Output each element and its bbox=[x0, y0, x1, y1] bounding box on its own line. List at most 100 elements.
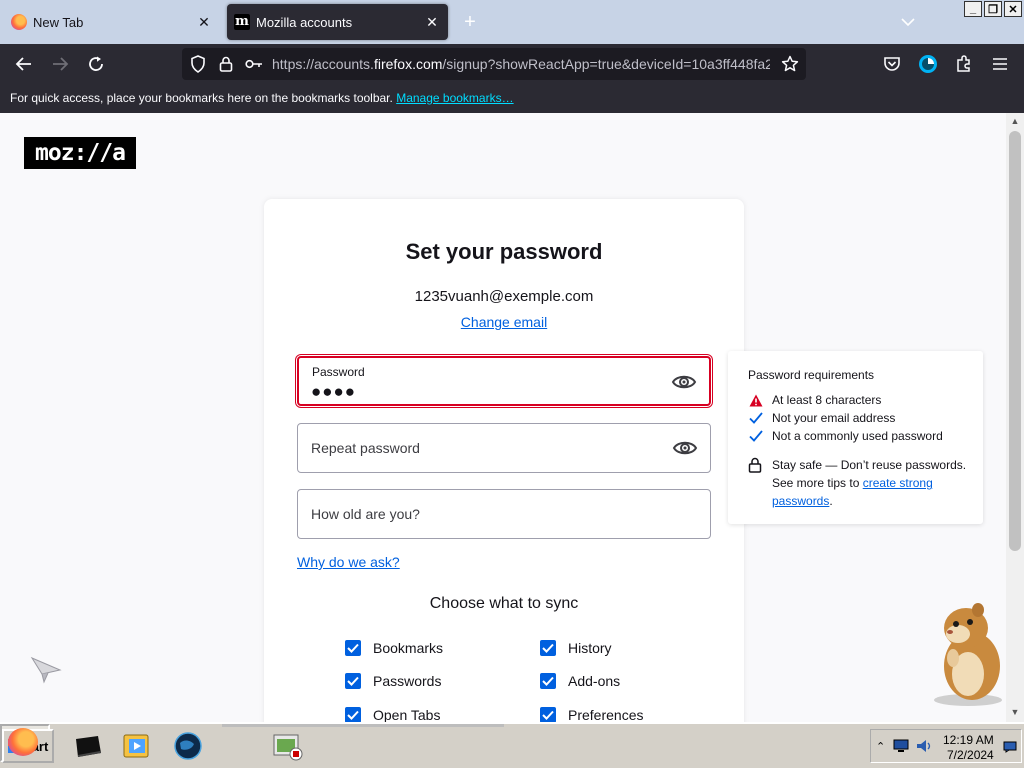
sync-option-label: Passwords bbox=[373, 673, 442, 689]
checkbox-checked[interactable] bbox=[540, 673, 556, 689]
password-requirements-tooltip: Password requirements At least 8 charact… bbox=[728, 351, 983, 524]
password-value: ●●●● bbox=[311, 382, 357, 401]
page-title: Set your password bbox=[405, 239, 603, 264]
requirement-text: At least 8 characters bbox=[772, 393, 882, 407]
tray-expand-icon[interactable]: ⌃ bbox=[876, 740, 885, 753]
url-bar[interactable]: https://accounts.firefox.com/signup?show… bbox=[182, 48, 806, 80]
tab-new-tab[interactable]: New Tab ✕ bbox=[4, 4, 220, 40]
sync-option-open-tabs[interactable]: Open Tabs bbox=[345, 707, 440, 722]
account-avatar-icon[interactable] bbox=[916, 52, 940, 76]
close-window-button[interactable]: ✕ bbox=[1004, 1, 1022, 17]
sync-option-addons[interactable]: Add-ons bbox=[540, 673, 620, 689]
checkbox-checked[interactable] bbox=[345, 640, 361, 656]
url-suffix: /signup?showReactApp=true&deviceId=10a3f… bbox=[442, 56, 770, 72]
bookmarks-message: For quick access, place your bookmarks h… bbox=[10, 91, 393, 105]
paper-plane-cursor-icon bbox=[30, 656, 62, 684]
tab-list-chevron-icon[interactable] bbox=[896, 12, 920, 32]
password-field[interactable]: Password ●●●● bbox=[297, 356, 711, 406]
manage-bookmarks-link[interactable]: Manage bookmarks… bbox=[396, 91, 513, 105]
scroll-thumb[interactable] bbox=[1009, 131, 1021, 551]
volume-icon[interactable] bbox=[915, 738, 933, 754]
requirement-length: At least 8 characters bbox=[748, 393, 881, 407]
lock-icon bbox=[748, 457, 762, 473]
notification-icon[interactable] bbox=[1003, 741, 1017, 753]
check-icon bbox=[748, 411, 764, 425]
show-password-eye-icon[interactable] bbox=[671, 371, 697, 393]
extensions-icon[interactable] bbox=[952, 52, 976, 76]
page-content: moz://a Set your password 1235vuanh@exem… bbox=[0, 113, 1006, 722]
minimize-button[interactable]: _ bbox=[964, 1, 982, 17]
tooltip-title: Password requirements bbox=[748, 368, 875, 382]
screen-recorder-icon[interactable] bbox=[272, 731, 304, 761]
close-tab-icon[interactable]: ✕ bbox=[194, 12, 214, 32]
system-tray: ⌃ 12:19 AM 7/2/2024 bbox=[870, 729, 1022, 763]
requirement-text: Not your email address bbox=[772, 411, 896, 425]
tab-label: Mozilla accounts bbox=[256, 14, 353, 30]
page-scrollbar[interactable]: ▲ ▼ bbox=[1006, 113, 1024, 722]
terminal-app-icon[interactable] bbox=[72, 731, 104, 761]
requirement-text: Not a commonly used password bbox=[772, 429, 943, 443]
tab-strip: New Tab ✕ m Mozilla accounts ✕ + _ ❐ ✕ bbox=[0, 0, 1024, 44]
signup-card: Set your password 1235vuanh@exemple.com … bbox=[264, 199, 744, 722]
url-host: firefox.com bbox=[373, 56, 443, 72]
checkbox-checked[interactable] bbox=[345, 707, 361, 722]
account-email: 1235vuanh@exemple.com bbox=[414, 288, 594, 305]
tracking-shield-icon[interactable] bbox=[186, 52, 210, 76]
clock-time: 12:19 AM bbox=[943, 733, 994, 747]
checkbox-checked[interactable] bbox=[540, 640, 556, 656]
bookmarks-toolbar: For quick access, place your bookmarks h… bbox=[0, 84, 1024, 113]
globe-app-icon[interactable] bbox=[172, 731, 204, 761]
sync-option-preferences[interactable]: Preferences bbox=[540, 707, 643, 722]
repeat-password-field[interactable]: Repeat password bbox=[297, 423, 711, 473]
requirement-not-common: Not a commonly used password bbox=[748, 429, 943, 443]
back-icon[interactable] bbox=[12, 52, 36, 76]
why-do-we-ask-link[interactable]: Why do we ask? bbox=[297, 554, 400, 570]
scroll-up-arrow-icon[interactable]: ▲ bbox=[1009, 116, 1021, 128]
tab-mozilla-accounts[interactable]: m Mozilla accounts ✕ bbox=[227, 4, 448, 40]
hamster-mascot-icon bbox=[934, 603, 1002, 706]
safety-tip-end: . bbox=[829, 494, 833, 508]
check-icon bbox=[748, 429, 764, 443]
repeat-password-placeholder: Repeat password bbox=[311, 440, 420, 456]
firefox-icon bbox=[11, 14, 27, 30]
sync-option-passwords[interactable]: Passwords bbox=[345, 673, 441, 689]
requirement-not-email: Not your email address bbox=[748, 411, 895, 425]
tab-label: New Tab bbox=[33, 14, 84, 30]
close-tab-icon[interactable]: ✕ bbox=[422, 12, 442, 32]
firefox-icon bbox=[8, 728, 38, 756]
navigation-toolbar: https://accounts.firefox.com/signup?show… bbox=[0, 44, 1024, 84]
mozilla-m-icon: m bbox=[234, 14, 250, 30]
new-tab-button[interactable]: + bbox=[458, 10, 482, 34]
checkbox-checked[interactable] bbox=[540, 707, 556, 722]
change-email-link[interactable]: Change email bbox=[264, 314, 744, 330]
pocket-icon[interactable] bbox=[880, 52, 904, 76]
show-password-eye-icon[interactable] bbox=[672, 437, 698, 459]
warning-icon bbox=[748, 393, 764, 407]
age-field[interactable]: How old are you? bbox=[297, 489, 711, 539]
lock-icon[interactable] bbox=[214, 52, 238, 76]
password-label: Password bbox=[312, 365, 365, 379]
clock-date: 7/2/2024 bbox=[947, 748, 994, 762]
sync-title: Choose what to sync bbox=[429, 595, 579, 612]
sync-option-history[interactable]: History bbox=[540, 640, 612, 656]
safety-tip: Stay safe — Don’t reuse passwords. See m… bbox=[772, 456, 972, 510]
sync-option-bookmarks[interactable]: Bookmarks bbox=[345, 640, 443, 656]
window-controls: _ ❐ ✕ bbox=[964, 1, 1022, 17]
restore-button[interactable]: ❐ bbox=[984, 1, 1002, 17]
sync-option-label: Open Tabs bbox=[373, 707, 441, 722]
taskbar-scroll-indicator bbox=[222, 724, 504, 727]
sync-option-label: Preferences bbox=[568, 707, 644, 722]
reload-icon[interactable] bbox=[84, 52, 108, 76]
scroll-down-arrow-icon[interactable]: ▼ bbox=[1009, 707, 1021, 719]
url-text[interactable]: https://accounts.firefox.com/signup?show… bbox=[272, 56, 770, 72]
display-icon[interactable] bbox=[893, 739, 909, 753]
mozilla-logo[interactable]: moz://a bbox=[24, 137, 136, 169]
taskbar: Start ⌃ 12:19 AM 7/2/2024 bbox=[0, 722, 1024, 768]
checkbox-checked[interactable] bbox=[345, 673, 361, 689]
media-player-icon[interactable] bbox=[120, 731, 152, 761]
forward-icon[interactable] bbox=[48, 52, 72, 76]
bookmark-star-icon[interactable] bbox=[778, 52, 802, 76]
permissions-key-icon[interactable] bbox=[242, 52, 266, 76]
age-placeholder: How old are you? bbox=[311, 506, 420, 522]
menu-hamburger-icon[interactable] bbox=[988, 52, 1012, 76]
